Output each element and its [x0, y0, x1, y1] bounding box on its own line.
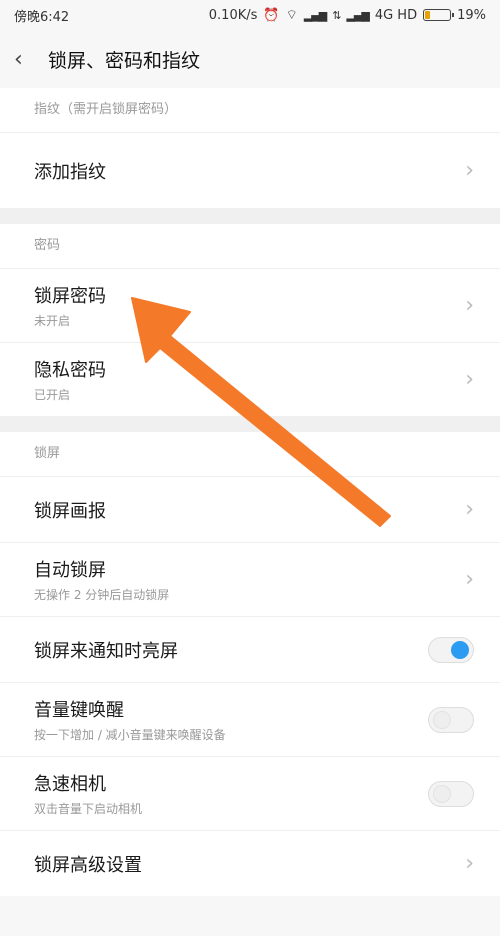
- item-label: 锁屏来通知时亮屏: [34, 640, 178, 662]
- section-header-password: 密码: [0, 224, 500, 268]
- quick-camera-item: 急速相机 双击音量下启动相机: [0, 756, 500, 830]
- wifi-icon: ⌔: [285, 8, 298, 23]
- password-section: 密码 锁屏密码 未开启 › 隐私密码 已开启 ›: [0, 224, 500, 416]
- item-label: 锁屏高级设置: [34, 854, 142, 876]
- volume-key-wake-item: 音量键唤醒 按一下增加 / 减小音量键来唤醒设备: [0, 682, 500, 756]
- chevron-left-icon[interactable]: ‹: [14, 47, 48, 72]
- status-right: 0.10K/s ⏰ ⌔ ▂▄▆ ⇅ ▂▄▆ 4G HD 19%: [208, 7, 486, 24]
- section-divider: [0, 416, 500, 432]
- item-label: 急速相机: [34, 774, 106, 795]
- alarm-icon: ⏰: [263, 7, 280, 23]
- quick-camera-toggle[interactable]: [428, 780, 474, 807]
- section-header-lockscreen: 锁屏: [0, 432, 500, 476]
- advanced-lockscreen-settings-item[interactable]: 锁屏高级设置 ›: [0, 830, 500, 896]
- data-arrows-icon: ⇅: [332, 8, 341, 22]
- item-label: 锁屏密码: [34, 286, 106, 307]
- item-label: 音量键唤醒: [34, 700, 124, 721]
- status-time: 傍晚6:42: [14, 9, 70, 25]
- network-speed: 0.10K/s: [208, 7, 258, 23]
- item-label: 锁屏画报: [34, 500, 106, 522]
- chevron-right-icon: ›: [465, 367, 474, 392]
- section-divider: [0, 208, 500, 224]
- chevron-right-icon: ›: [465, 497, 474, 522]
- item-subtitle: 未开启: [34, 314, 71, 328]
- item-subtitle: 无操作 2 分钟后自动锁屏: [34, 588, 170, 602]
- battery-percent: 19%: [457, 7, 486, 23]
- chevron-right-icon: ›: [465, 851, 474, 876]
- lockscreen-wallpaper-item[interactable]: 锁屏画报 ›: [0, 476, 500, 542]
- volume-key-wake-toggle[interactable]: [428, 706, 474, 733]
- add-fingerprint-item[interactable]: 添加指纹 ›: [0, 132, 500, 208]
- item-label: 添加指纹: [34, 161, 106, 183]
- section-header-fingerprint: 指纹（需开启锁屏密码）: [0, 88, 500, 132]
- battery-icon: [423, 9, 455, 21]
- chevron-right-icon: ›: [465, 567, 474, 592]
- item-label: 隐私密码: [34, 360, 106, 381]
- chevron-right-icon: ›: [465, 158, 474, 183]
- wake-on-notification-item: 锁屏来通知时亮屏: [0, 616, 500, 682]
- signal-icon: ▂▄▆: [303, 8, 327, 22]
- status-bar: 傍晚6:42 0.10K/s ⏰ ⌔ ▂▄▆ ⇅ ▂▄▆ 4G HD 19%: [0, 0, 500, 30]
- title-bar: ‹ 锁屏、密码和指纹: [0, 30, 500, 88]
- item-subtitle: 已开启: [34, 388, 71, 402]
- network-type: 4G HD: [374, 7, 418, 23]
- item-subtitle: 按一下增加 / 减小音量键来唤醒设备: [34, 728, 226, 742]
- fingerprint-section: 指纹（需开启锁屏密码） 添加指纹 ›: [0, 88, 500, 208]
- wake-on-notification-toggle[interactable]: [428, 636, 474, 663]
- auto-lock-item[interactable]: 自动锁屏 无操作 2 分钟后自动锁屏 ›: [0, 542, 500, 616]
- item-label: 自动锁屏: [34, 560, 106, 581]
- signal-icon-2: ▂▄▆: [346, 8, 369, 22]
- privacy-password-item[interactable]: 隐私密码 已开启 ›: [0, 342, 500, 416]
- lockscreen-section: 锁屏 锁屏画报 › 自动锁屏 无操作 2 分钟后自动锁屏 › 锁屏来通知时亮屏 …: [0, 432, 500, 896]
- item-subtitle: 双击音量下启动相机: [34, 802, 143, 816]
- chevron-right-icon: ›: [465, 293, 474, 318]
- page-title: 锁屏、密码和指纹: [48, 49, 201, 72]
- lockscreen-password-item[interactable]: 锁屏密码 未开启 ›: [0, 268, 500, 342]
